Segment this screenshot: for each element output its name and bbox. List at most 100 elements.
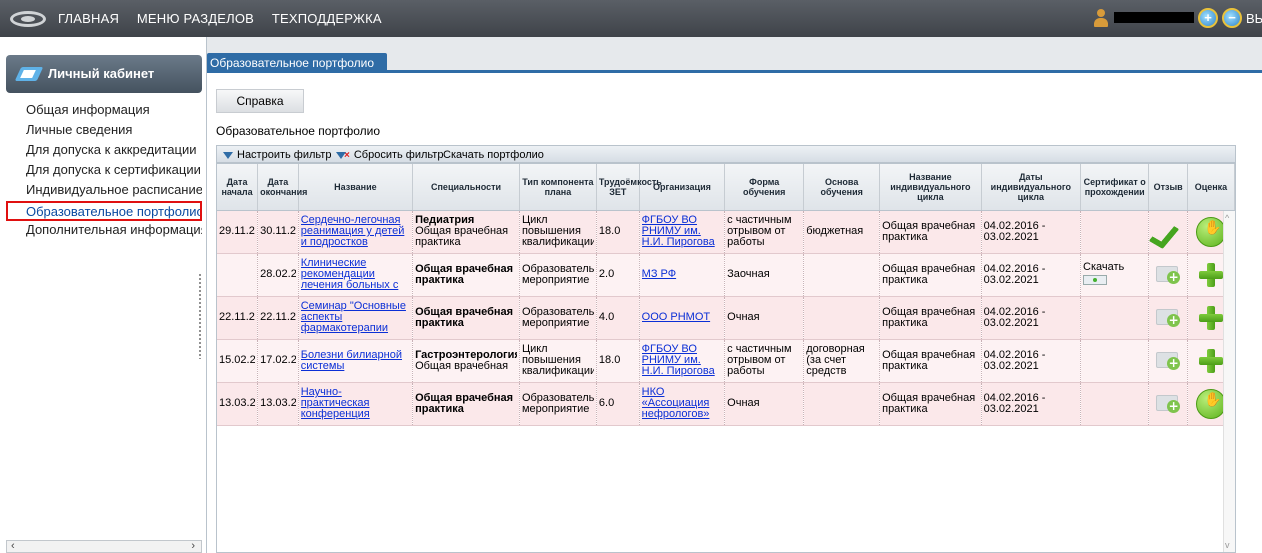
cell-end: 13.03.2017 <box>257 382 299 426</box>
grid-vertical-scrollbar[interactable]: ^ v <box>1223 211 1235 552</box>
cell-basis <box>803 296 881 340</box>
sidebar-item-portfolio[interactable]: Образовательное портфолио <box>6 201 202 221</box>
configure-filter-button[interactable]: Настроить фильтр <box>223 147 331 163</box>
table-row[interactable]: 22.11.2016 22.11.2016 Семинар "Основные … <box>217 296 1235 340</box>
plus-icon[interactable] <box>1198 262 1224 288</box>
sidebar-item-accreditation[interactable]: Для допуска к аккредитации <box>6 141 202 161</box>
sidebar-item-additional-info[interactable]: Дополнительная информация <box>6 221 202 241</box>
sidebar: Личный кабинет Общая информация Личные с… <box>0 37 207 553</box>
col-header-specialties[interactable]: Специальности <box>412 164 520 211</box>
cell-name: Семинар "Основные аспекты фармакотерапии <box>298 296 414 340</box>
col-header-start[interactable]: Дата начала <box>217 164 259 211</box>
sidebar-horizontal-scrollbar[interactable]: ‹ › <box>6 540 202 553</box>
cell-specialties: Гастроэнтерология Общая врачебная <box>412 339 520 383</box>
sidebar-menu: Общая информация Личные сведения Для доп… <box>6 101 202 241</box>
cell-certificate <box>1080 382 1150 426</box>
certificate-download-link[interactable]: Скачать <box>1083 261 1124 273</box>
col-header-cycle-dates[interactable]: Даты индивидуального цикла <box>981 164 1082 211</box>
logout-link[interactable]: ВЫХОД <box>1246 11 1262 26</box>
user-name-redacted[interactable] <box>1114 12 1194 23</box>
sidebar-item-general-info[interactable]: Общая информация <box>6 101 202 121</box>
scroll-left-arrow[interactable]: ‹ <box>11 540 15 552</box>
cell-type: Образовательное мероприятие <box>519 253 597 297</box>
table-row[interactable]: 13.03.2017 13.03.2017 Научно-практическа… <box>217 382 1235 426</box>
organization-link[interactable]: ФГБОУ ВО РНИМУ им. Н.И. Пирогова <box>642 344 723 377</box>
col-header-cycle-name[interactable]: Название индивидуального цикла <box>879 164 982 211</box>
organization-link[interactable]: НКО «Ассоциация нефрологов» <box>642 387 723 420</box>
logo-icon[interactable] <box>10 11 46 27</box>
col-header-name[interactable]: Название <box>298 164 414 211</box>
cell-form: с частичным отрывом от работы <box>724 210 805 254</box>
col-header-zet[interactable]: Трудоёмкость ЗЕТ <box>596 164 662 211</box>
cell-certificate <box>1080 296 1150 340</box>
cell-organization: НКО «Ассоциация нефрологов» <box>639 382 726 426</box>
col-header-end[interactable]: Дата окончания <box>257 164 307 211</box>
scroll-down-arrow[interactable]: v <box>1225 540 1230 550</box>
col-header-rating[interactable]: Оценка <box>1187 164 1235 211</box>
specialty-secondary: Общая врачебная <box>415 359 509 372</box>
col-header-form[interactable]: Форма обучения <box>724 164 805 211</box>
col-header-certificate[interactable]: Сертификат о прохождении <box>1080 164 1150 211</box>
download-icon[interactable] <box>1083 274 1108 285</box>
col-header-organization[interactable]: Организация <box>639 164 726 211</box>
cell-review <box>1148 210 1188 254</box>
cell-basis <box>803 382 881 426</box>
scroll-right-arrow[interactable]: › <box>191 540 195 552</box>
plus-icon[interactable] <box>1198 305 1224 331</box>
col-header-review[interactable]: Отзыв <box>1148 164 1188 211</box>
cell-certificate: Скачать <box>1080 253 1150 297</box>
nav-support[interactable]: ТЕХПОДДЕРЖКА <box>272 11 382 26</box>
cell-zet: 4.0 <box>596 296 640 340</box>
table-row[interactable]: 15.02.2017 17.02.2017 Болезни билиарной … <box>217 339 1235 383</box>
thumb-up-icon[interactable] <box>1195 388 1226 419</box>
table-header: Дата начала Дата окончания Название Спец… <box>217 164 1235 211</box>
cell-type: Цикл повышения квалификации <box>519 339 597 383</box>
specialty-secondary: Общая врачебная практика <box>415 225 509 248</box>
configure-filter-label: Настроить фильтр <box>237 149 332 161</box>
tab-strip: Образовательное портфолио <box>207 37 1262 73</box>
cell-form: Заочная <box>724 253 805 297</box>
add-comment-icon[interactable] <box>1154 263 1182 287</box>
cell-start: 22.11.2016 <box>217 296 259 340</box>
cell-basis <box>803 253 881 297</box>
download-portfolio-button[interactable]: Скачать портфолио <box>443 147 544 163</box>
event-name-link[interactable]: Научно-практическая конференция <box>301 387 410 420</box>
event-name-link[interactable]: Сердечно-легочная реанимация у детей и п… <box>301 215 410 248</box>
cell-cycle-name: Общая врачебная практика <box>879 339 982 383</box>
check-icon[interactable] <box>1153 220 1183 244</box>
cell-start: 13.03.2017 <box>217 382 259 426</box>
event-name-link[interactable]: Семинар "Основные аспекты фармакотерапии <box>301 301 410 334</box>
reset-filter-button[interactable]: × Сбросить фильтр <box>336 147 443 163</box>
col-header-basis[interactable]: Основа обучения <box>803 164 881 211</box>
event-name-link[interactable]: Болезни билиарной системы <box>301 350 410 372</box>
table-row[interactable]: 29.11.2016 30.11.2016 Сердечно-легочная … <box>217 210 1235 254</box>
tab-portfolio[interactable]: Образовательное портфолио <box>207 53 387 73</box>
scroll-up-arrow[interactable]: ^ <box>1225 213 1229 223</box>
cell-review <box>1148 253 1188 297</box>
help-button[interactable]: Справка <box>216 89 304 113</box>
filter-reset-icon <box>336 151 346 159</box>
add-comment-icon[interactable] <box>1154 306 1182 330</box>
organization-link[interactable]: ООО РНМОТ <box>642 312 723 323</box>
add-comment-icon[interactable] <box>1154 392 1182 416</box>
splitter-handle[interactable] <box>198 273 202 359</box>
organization-link[interactable]: ФГБОУ ВО РНИМУ им. Н.И. Пирогова <box>642 215 723 248</box>
table-row[interactable]: 28.02.2017 Клинические рекомендации лече… <box>217 253 1235 297</box>
sidebar-item-certification[interactable]: Для допуска к сертификации <box>6 161 202 181</box>
sidebar-item-personal-info[interactable]: Личные сведения <box>6 121 202 141</box>
sidebar-header: Личный кабинет <box>6 55 202 93</box>
sidebar-item-schedule[interactable]: Индивидуальное расписание <box>6 181 202 201</box>
event-name-link[interactable]: Клинические рекомендации лечения больных… <box>301 258 410 291</box>
add-comment-icon[interactable] <box>1154 349 1182 373</box>
nav-sections-menu[interactable]: МЕНЮ РАЗДЕЛОВ <box>137 11 254 26</box>
col-header-type[interactable]: Тип компонента плана <box>519 164 597 211</box>
book-icon <box>14 67 44 81</box>
thumb-up-icon[interactable] <box>1195 216 1226 247</box>
nav-home[interactable]: ГЛАВНАЯ <box>58 11 119 26</box>
cell-cycle-name: Общая врачебная практика <box>879 296 982 340</box>
plus-icon[interactable] <box>1198 348 1224 374</box>
organization-link[interactable]: МЗ РФ <box>642 269 723 280</box>
cell-cycle-dates: 04.02.2016 - 03.02.2021 <box>981 382 1082 426</box>
zoom-in-icon[interactable]: + <box>1198 8 1218 28</box>
zoom-out-icon[interactable]: − <box>1222 8 1242 28</box>
